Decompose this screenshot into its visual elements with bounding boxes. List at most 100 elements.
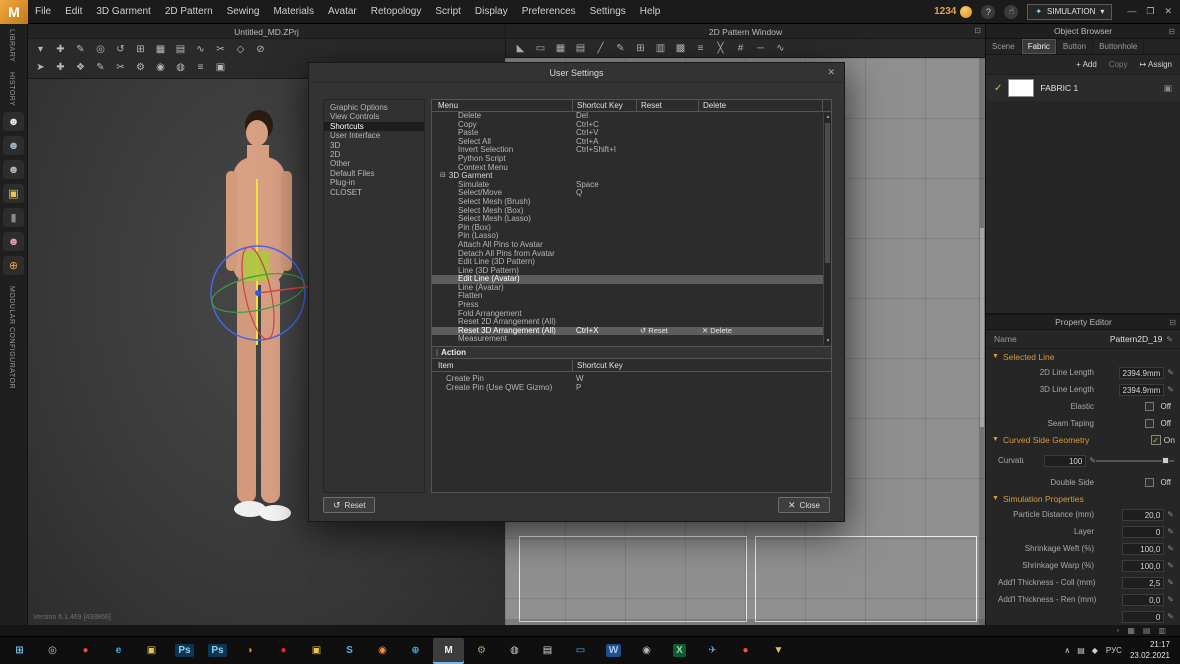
tool-2d-icon[interactable]: ✎: [612, 41, 629, 56]
section-selected-line[interactable]: ▼ Selected Line: [986, 349, 1180, 364]
settings-category[interactable]: Shortcuts: [324, 121, 424, 132]
section-simulation-properties[interactable]: ▼ Simulation Properties: [986, 491, 1180, 506]
taskbar-icon[interactable]: ⊞: [4, 638, 35, 664]
shortcut-row[interactable]: ⊟ Detach All Pins from Avatar ↺Reset ✕De…: [432, 250, 831, 259]
tool-3d-icon[interactable]: ⚙: [132, 60, 149, 75]
menu-item[interactable]: Script: [428, 0, 468, 24]
settings-category[interactable]: Default Files: [324, 169, 424, 178]
action-shortcut-key[interactable]: W: [572, 374, 692, 383]
tool-3d-icon[interactable]: ▾: [32, 42, 49, 57]
property-value[interactable]: 0,0: [1122, 593, 1165, 606]
language-indicator[interactable]: РУС: [1106, 646, 1122, 655]
taskbar-icon[interactable]: ◍: [499, 638, 530, 664]
shortcut-row[interactable]: ⊟ Reset 3D Arrangement (All) Ctrl+X ↺Res…: [432, 326, 831, 336]
reset-button[interactable]: ↺ Reset: [323, 497, 376, 513]
tool-3d-icon[interactable]: ◉: [152, 60, 169, 75]
taskbar-icon[interactable]: M: [433, 637, 464, 664]
copy-button[interactable]: Copy: [1109, 60, 1128, 69]
minimize-button[interactable]: —: [1127, 6, 1136, 17]
shortcut-row[interactable]: ⊟ Measurement ↺Reset ✕Delete: [432, 335, 831, 344]
tool-3d-icon[interactable]: ⊘: [252, 42, 269, 57]
tool-3d-icon[interactable]: ✎: [92, 60, 109, 75]
modular-configurator-tab[interactable]: MODULAR CONFIGURATOR: [8, 286, 15, 389]
menu-item[interactable]: Help: [633, 0, 668, 24]
pattern-piece[interactable]: [519, 536, 747, 622]
shortcut-key[interactable]: Ctrl+X: [572, 326, 636, 336]
pattern-piece[interactable]: [755, 536, 977, 622]
history-tab[interactable]: HISTORY: [8, 72, 15, 106]
fabric-texture-icon[interactable]: ▣: [1163, 83, 1172, 94]
taskbar-icon[interactable]: ⚙: [466, 638, 497, 664]
tool-3d-icon[interactable]: ≡: [192, 60, 209, 75]
taskbar-icon[interactable]: ◗: [235, 638, 266, 664]
settings-category[interactable]: View Controls: [324, 112, 424, 121]
settings-category[interactable]: 3D: [324, 141, 424, 150]
dock-icon[interactable]: ⊡: [974, 26, 981, 35]
checkbox[interactable]: [1145, 478, 1155, 487]
checkbox[interactable]: [1145, 402, 1155, 411]
action-row[interactable]: Create Pin (Use QWE Gizmo) P: [432, 383, 831, 392]
edit-pencil-icon[interactable]: ✎: [1167, 385, 1174, 394]
menu-item[interactable]: Edit: [58, 0, 89, 24]
shortcut-row[interactable]: ⊟ Delete Del ↺Reset ✕Delete: [432, 111, 831, 121]
property-value[interactable]: 0: [1122, 610, 1165, 623]
shortcut-row[interactable]: ⊟ Select Mesh (Brush) ↺Reset ✕Delete: [432, 198, 831, 207]
tool-3d-icon[interactable]: ◎: [92, 42, 109, 57]
object-browser-tab[interactable]: Button: [1057, 39, 1094, 54]
edit-pencil-icon[interactable]: ✎: [1167, 561, 1174, 570]
shortcut-row[interactable]: ⊟ Press ↺Reset ✕Delete: [432, 301, 831, 310]
tool-2d-icon[interactable]: ─: [752, 41, 769, 56]
taskbar-icon[interactable]: ▭: [565, 638, 596, 664]
shortcut-row[interactable]: ⊟ Context Menu ↺Reset ✕Delete: [432, 164, 831, 173]
tool-2d-icon[interactable]: ▦: [552, 41, 569, 56]
menu-item[interactable]: Preferences: [515, 0, 583, 24]
taskbar-icon[interactable]: ⊕: [400, 638, 431, 664]
tool-3d-icon[interactable]: ⊞: [132, 42, 149, 57]
close-button[interactable]: ✕: [1164, 6, 1172, 17]
dock-icon[interactable]: ☻: [3, 112, 24, 131]
shortcut-row[interactable]: ⊟ Invert Selection Ctrl+Shift+I ↺Reset ✕…: [432, 146, 831, 155]
shortcut-row[interactable]: ⊟ Flatten ↺Reset ✕Delete: [432, 292, 831, 301]
dialog-titlebar[interactable]: User Settings ✕: [309, 63, 844, 83]
edit-pencil-icon[interactable]: ✎: [1167, 544, 1174, 553]
tool-3d-icon[interactable]: ∿: [192, 42, 209, 57]
taskbar-icon[interactable]: W: [598, 638, 629, 664]
dock-icon[interactable]: ▣: [3, 184, 24, 203]
taskbar-icon[interactable]: ●: [730, 638, 761, 664]
section-curved-side-geometry[interactable]: ▼ Curved Side Geometry ✓ On: [986, 432, 1180, 447]
tool-3d-icon[interactable]: ◍: [172, 60, 189, 75]
property-value[interactable]: 0: [1122, 525, 1165, 538]
dock-icon[interactable]: ☻: [3, 160, 24, 179]
property-value[interactable]: 2394.9mm: [1118, 366, 1165, 379]
tool-3d-icon[interactable]: ▣: [212, 60, 229, 75]
property-value[interactable]: 100: [1044, 454, 1087, 467]
dialog-close-icon[interactable]: ✕: [827, 67, 835, 78]
view-mode-icon[interactable]: ▤: [1143, 626, 1151, 635]
tool-3d-icon[interactable]: ✂: [112, 60, 129, 75]
shortcut-row[interactable]: ⊟ Paste Ctrl+V ↺Reset ✕Delete: [432, 129, 831, 138]
shortcut-row[interactable]: ⊟ Line (3D Pattern) ↺Reset ✕Delete: [432, 267, 831, 276]
tool-2d-icon[interactable]: ▤: [572, 41, 589, 56]
taskbar-icon[interactable]: ▼: [763, 638, 794, 664]
shortcut-row[interactable]: ⊟ Select Mesh (Lasso) ↺Reset ✕Delete: [432, 215, 831, 224]
dock-icon[interactable]: ☻: [3, 232, 24, 251]
edit-pencil-icon[interactable]: ✎: [1089, 456, 1096, 465]
tray-icon[interactable]: ▤: [1077, 646, 1085, 655]
tool-2d-icon[interactable]: ▩: [672, 41, 689, 56]
tool-2d-icon[interactable]: ≡: [692, 41, 709, 56]
checkbox-checked[interactable]: ✓: [1150, 434, 1161, 445]
property-value[interactable]: 2,5: [1122, 576, 1165, 589]
tool-2d-icon[interactable]: ▭: [532, 41, 549, 56]
settings-category[interactable]: User Interface: [324, 131, 424, 140]
action-row[interactable]: Create Pin W: [432, 374, 831, 383]
menu-item[interactable]: File: [28, 0, 58, 24]
taskbar-icon[interactable]: ◉: [367, 638, 398, 664]
object-browser-tab[interactable]: Buttonhole: [1093, 39, 1145, 54]
taskbar-icon[interactable]: ◉: [631, 638, 662, 664]
tool-3d-icon[interactable]: ↺: [112, 42, 129, 57]
tool-2d-icon[interactable]: ◣: [512, 41, 529, 56]
shortcut-row[interactable]: ⊟ Edit Line (3D Pattern) ↺Reset ✕Delete: [432, 258, 831, 267]
view-mode-icon[interactable]: ▫: [1116, 626, 1119, 635]
tool-2d-icon[interactable]: ╳: [712, 41, 729, 56]
collapse-icon[interactable]: ⊟: [440, 172, 446, 181]
